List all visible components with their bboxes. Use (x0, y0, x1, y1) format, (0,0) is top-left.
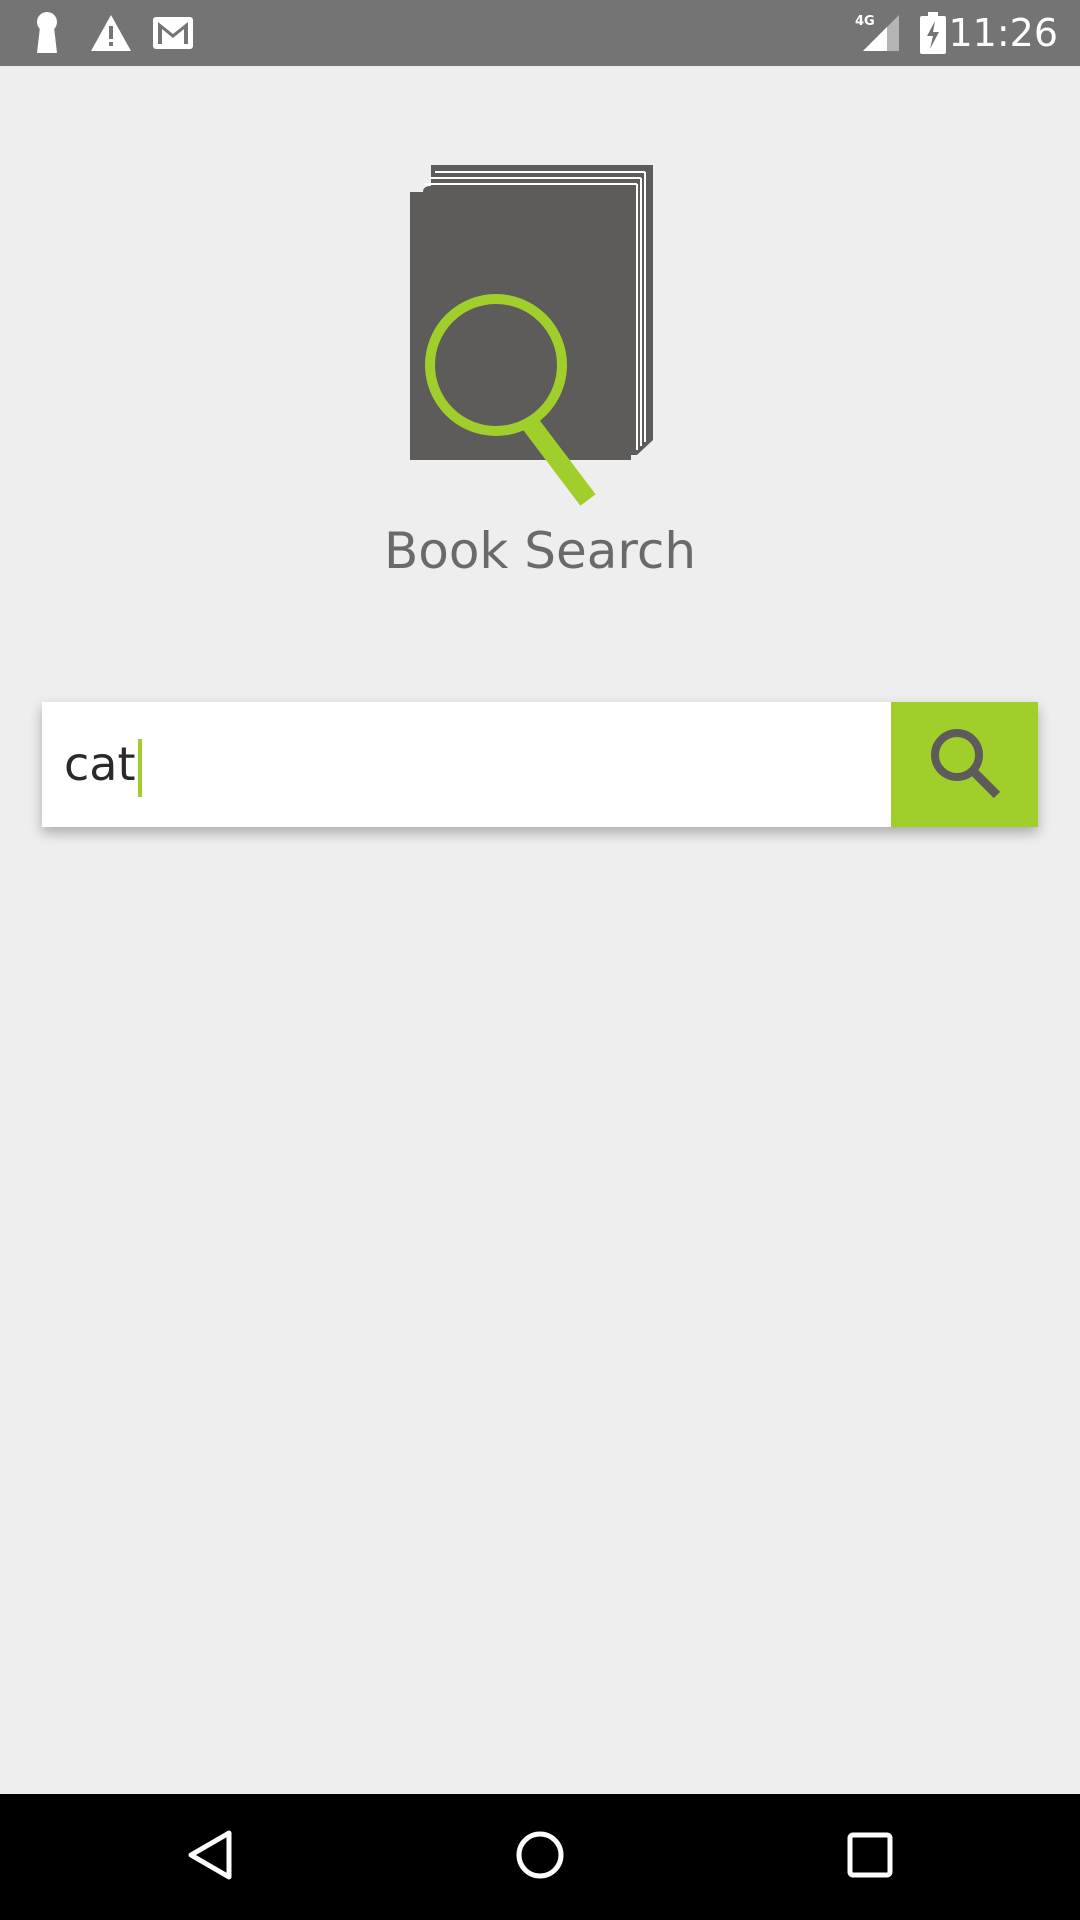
search-bar: cat (42, 702, 1038, 827)
search-icon (925, 723, 1005, 807)
network-type-label: 4G (855, 14, 875, 29)
status-time: 11:26 (948, 11, 1058, 55)
recents-icon (846, 1831, 894, 1883)
search-input[interactable]: cat (42, 702, 891, 827)
recents-button[interactable] (810, 1794, 930, 1920)
search-input-value: cat (64, 737, 136, 791)
book-search-logo (410, 165, 653, 506)
search-button[interactable] (891, 702, 1038, 827)
signal-icon: 4G (855, 0, 901, 66)
status-bar: 4G 11:26 (0, 0, 1080, 66)
home-icon (514, 1829, 566, 1885)
home-button[interactable] (480, 1794, 600, 1920)
text-cursor (137, 738, 142, 797)
warning-icon (90, 0, 132, 66)
back-button[interactable] (150, 1794, 270, 1920)
battery-charging-icon (920, 0, 946, 66)
navigation-bar (0, 1794, 1080, 1920)
back-icon (185, 1829, 235, 1885)
gmail-icon (153, 0, 193, 66)
app-title: Book Search (383, 522, 697, 580)
keyhole-icon (32, 0, 62, 66)
